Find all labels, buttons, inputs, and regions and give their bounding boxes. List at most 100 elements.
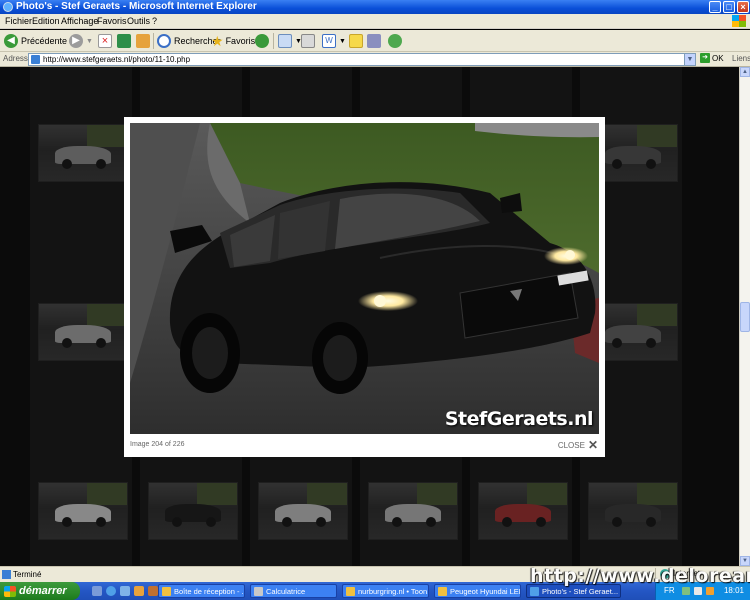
toolbar: ◀ Précédente ▼ ▶ ▼ × Rechercher ★ Favori…: [0, 30, 750, 52]
menu-bar: Fichier Edition Affichage Favoris Outils…: [0, 14, 750, 29]
gallery-thumbnail[interactable]: [38, 482, 128, 540]
forward-arrow-icon: ▶: [69, 34, 83, 48]
windows-flag-icon: [4, 585, 16, 597]
messenger-button[interactable]: [388, 32, 405, 50]
window-titlebar[interactable]: Photo's - Stef Geraets - Microsoft Inter…: [0, 0, 750, 14]
tray-icon[interactable]: [706, 587, 714, 595]
forward-dropdown-icon[interactable]: ▼: [86, 38, 93, 45]
status-text: Terminé: [13, 570, 42, 579]
mail-button[interactable]: ▼: [278, 32, 302, 50]
taskbar-item-peugeot[interactable]: Peugeot Hyundai LEM...: [434, 584, 521, 598]
refresh-button[interactable]: [117, 32, 134, 50]
history-icon: [255, 34, 269, 48]
windows-logo-icon: [732, 15, 746, 27]
lightbox-photo[interactable]: StefGeraets.nl: [130, 123, 599, 434]
lightbox-close-button[interactable]: CLOSE ✕: [558, 438, 598, 452]
messenger-icon: [388, 34, 402, 48]
page-icon: [31, 55, 40, 64]
quicklaunch-folder-icon[interactable]: [134, 586, 144, 596]
minimize-button[interactable]: _: [709, 1, 721, 13]
favorites-button[interactable]: ★ Favoris: [211, 32, 255, 50]
menu-tools[interactable]: Outils: [127, 16, 150, 26]
menu-favorites[interactable]: Favoris: [97, 16, 127, 26]
discuss-button[interactable]: [349, 32, 366, 50]
overlay-watermark: http://www.delorean.fr: [530, 565, 750, 587]
car-photo: [130, 123, 599, 434]
task-label: nurburgring.nl • Toon...: [358, 586, 429, 596]
language-indicator[interactable]: FR: [664, 586, 675, 595]
edit-button[interactable]: W ▼: [322, 32, 346, 50]
refresh-icon: [117, 34, 131, 48]
photo-watermark: StefGeraets.nl: [444, 408, 594, 430]
quicklaunch-ie-icon[interactable]: [106, 586, 116, 596]
back-arrow-icon: ◀: [4, 34, 18, 48]
go-arrow-icon: ➜: [700, 53, 710, 63]
research-icon: [367, 34, 381, 48]
tray-icon[interactable]: [694, 587, 702, 595]
home-button[interactable]: [136, 32, 153, 50]
toolbar-separator: [273, 33, 274, 49]
menu-help[interactable]: ?: [152, 16, 157, 26]
internet-explorer-icon: [530, 586, 539, 596]
print-button[interactable]: [301, 32, 318, 50]
scrollbar-thumb[interactable]: [740, 302, 750, 332]
quicklaunch-app-icon[interactable]: [148, 586, 158, 596]
print-icon: [301, 34, 315, 48]
gallery-thumbnail[interactable]: [368, 482, 458, 540]
quicklaunch-outlook-icon[interactable]: [120, 586, 130, 596]
taskbar-item-inbox[interactable]: Boîte de réception - ...: [158, 584, 245, 598]
gallery-thumbnail[interactable]: [478, 482, 568, 540]
address-dropdown-icon[interactable]: ▼: [684, 54, 695, 65]
mail-envelope-icon: [162, 586, 171, 596]
history-button[interactable]: [255, 32, 272, 50]
gallery-thumbnail[interactable]: [148, 482, 238, 540]
go-label: OK: [712, 53, 724, 63]
address-input[interactable]: http://www.stefgeraets.nl/photo/11-10.ph…: [28, 53, 696, 66]
tray-icon[interactable]: [682, 587, 690, 595]
stop-icon: ×: [98, 34, 112, 48]
edit-dropdown-icon[interactable]: ▼: [339, 38, 346, 45]
lightbox: StefGeraets.nl Image 204 of 226 CLOSE ✕: [124, 117, 605, 457]
word-edit-icon: W: [322, 34, 336, 48]
forward-button[interactable]: ▶ ▼: [69, 32, 93, 50]
address-url[interactable]: http://www.stefgeraets.nl/photo/11-10.ph…: [43, 54, 190, 65]
menu-edit[interactable]: Edition: [32, 16, 60, 26]
scroll-up-icon[interactable]: ▲: [740, 67, 750, 77]
taskbar-item-calculator[interactable]: Calculatrice: [250, 584, 337, 598]
task-label: Photo's - Stef Geraet...: [542, 586, 619, 596]
page-done-icon: [2, 570, 11, 579]
start-button[interactable]: démarrer: [0, 582, 80, 600]
image-counter: Image 204 of 226: [130, 441, 185, 448]
task-label: Peugeot Hyundai LEM...: [450, 586, 520, 596]
favorites-star-icon: ★: [211, 32, 224, 49]
back-label: Précédente: [21, 36, 68, 46]
gallery-thumbnail[interactable]: [38, 124, 128, 182]
favorites-label: Favoris: [225, 36, 256, 46]
mail-icon: [278, 34, 292, 48]
address-bar: Adresse http://www.stefgeraets.nl/photo/…: [0, 52, 750, 67]
task-label: Calculatrice: [266, 586, 306, 596]
start-label: démarrer: [19, 585, 67, 597]
research-button[interactable]: [367, 32, 384, 50]
quicklaunch-desktop-icon[interactable]: [92, 586, 102, 596]
calculator-icon: [254, 586, 263, 596]
close-icon: ✕: [587, 438, 598, 452]
stop-button[interactable]: ×: [98, 32, 115, 50]
window-title: Photo's - Stef Geraets - Microsoft Inter…: [16, 1, 257, 12]
task-label: Boîte de réception - ...: [174, 586, 245, 596]
go-button[interactable]: ➜ OK: [700, 53, 724, 63]
browser-icon: [438, 586, 447, 596]
taskbar-item-nurburgring[interactable]: nurburgring.nl • Toon...: [342, 584, 429, 598]
gallery-thumbnail[interactable]: [258, 482, 348, 540]
vertical-scrollbar[interactable]: ▲ ▼: [739, 67, 750, 566]
close-window-button[interactable]: ×: [737, 1, 749, 13]
clock: 18:01: [723, 586, 744, 595]
internet-explorer-icon: [3, 2, 13, 12]
maximize-button[interactable]: □: [723, 1, 735, 13]
menu-file[interactable]: Fichier: [5, 16, 32, 26]
links-button[interactable]: Liens: [732, 54, 750, 63]
gallery-thumbnail[interactable]: [588, 482, 678, 540]
menu-view[interactable]: Affichage: [61, 16, 98, 26]
search-icon: [157, 34, 171, 48]
gallery-thumbnail[interactable]: [38, 303, 128, 361]
